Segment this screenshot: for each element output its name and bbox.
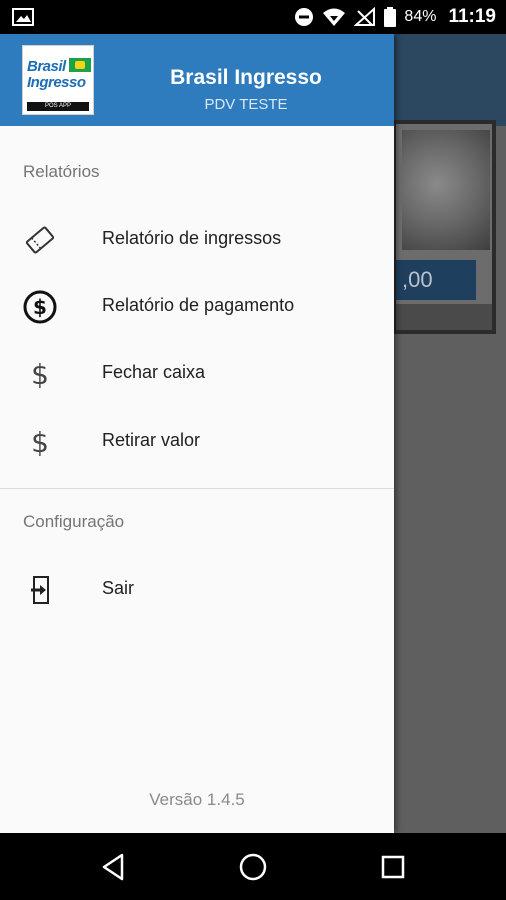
svg-text:$: $ bbox=[31, 358, 49, 391]
dollar-icon: $ bbox=[22, 424, 58, 460]
menu-item-label: Sair bbox=[102, 578, 135, 598]
dollar-icon: $ bbox=[22, 356, 58, 392]
clock: 11:19 bbox=[448, 6, 496, 27]
menu-item-label: Fechar caixa bbox=[102, 362, 206, 382]
svg-text:$: $ bbox=[33, 295, 47, 319]
card-footer bbox=[396, 304, 492, 330]
wifi-icon bbox=[323, 8, 346, 26]
background-event-card: ,00 bbox=[392, 120, 496, 334]
battery-icon bbox=[384, 7, 397, 27]
system-navigation-bar bbox=[0, 833, 506, 900]
menu-item-relatorio-pagamento[interactable]: $ Relatório de pagamento bbox=[0, 279, 394, 335]
back-button[interactable] bbox=[96, 850, 130, 884]
menu-item-label: Relatório de pagamento bbox=[102, 295, 295, 315]
home-button[interactable] bbox=[236, 850, 270, 884]
status-bar: 84% 11:19 bbox=[0, 0, 506, 34]
drawer-subtitle: PDV TESTE bbox=[204, 96, 288, 113]
ticket-icon bbox=[22, 222, 58, 258]
image-notification-icon bbox=[12, 8, 34, 26]
brazil-flag-icon bbox=[69, 58, 91, 72]
do-not-disturb-icon bbox=[295, 8, 314, 26]
section-label-configuracao: Configuração bbox=[23, 512, 125, 531]
event-price: ,00 bbox=[396, 260, 476, 300]
menu-item-retirar-valor[interactable]: $ Retirar valor bbox=[0, 414, 394, 470]
menu-item-label: Retirar valor bbox=[102, 430, 201, 450]
menu-item-sair[interactable]: Sair bbox=[0, 562, 394, 618]
event-image bbox=[402, 130, 490, 250]
app-version: Versão 1.4.5 bbox=[149, 790, 245, 809]
section-label-relatorios: Relatórios bbox=[23, 162, 100, 181]
navigation-drawer: Brasil Ingresso POS APP Brasil Ingresso … bbox=[0, 34, 394, 833]
dollar-circle-icon: $ bbox=[22, 289, 58, 325]
section-divider bbox=[0, 488, 394, 489]
menu-item-relatorio-ingressos[interactable]: Relatório de ingressos bbox=[0, 212, 394, 268]
recents-button[interactable] bbox=[376, 850, 410, 884]
exit-icon bbox=[22, 572, 58, 608]
menu-item-label: Relatório de ingressos bbox=[102, 228, 282, 248]
brasil-ingresso-logo: Brasil Ingresso POS APP bbox=[22, 45, 94, 115]
battery-percentage: 84% bbox=[404, 8, 437, 25]
home-circle-icon bbox=[239, 853, 267, 881]
drawer-header: Brasil Ingresso POS APP Brasil Ingresso … bbox=[0, 34, 394, 126]
svg-text:$: $ bbox=[31, 426, 49, 459]
drawer-title: Brasil Ingresso bbox=[170, 66, 322, 89]
no-signal-icon bbox=[354, 7, 376, 26]
back-triangle-icon bbox=[102, 853, 124, 881]
recents-square-icon bbox=[381, 855, 405, 879]
menu-item-fechar-caixa[interactable]: $ Fechar caixa bbox=[0, 346, 394, 402]
